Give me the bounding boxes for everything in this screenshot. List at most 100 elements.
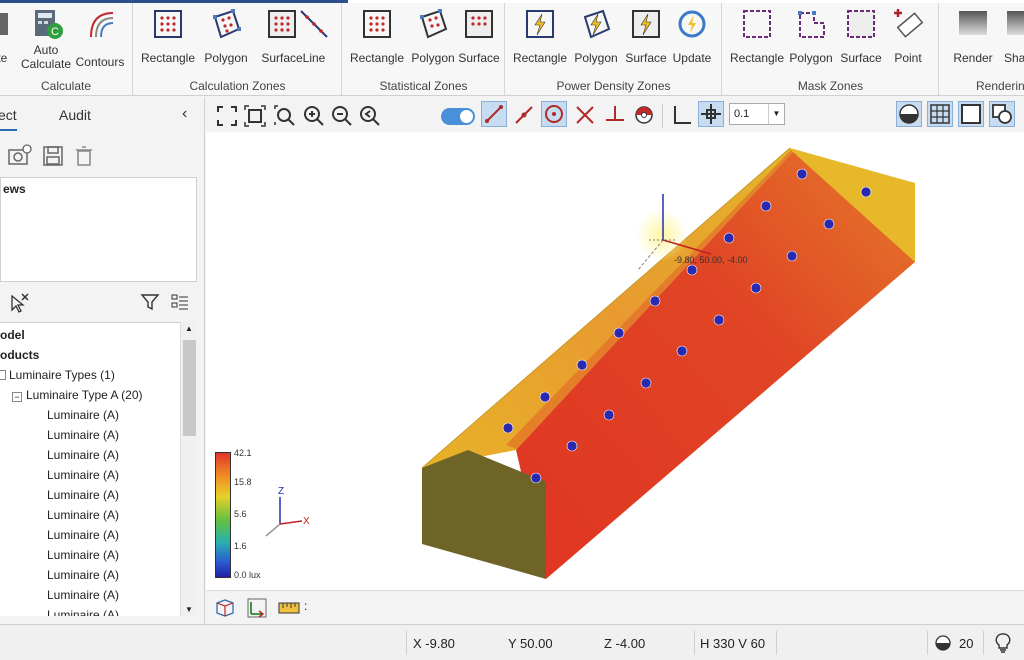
luminaire-icon[interactable] bbox=[860, 186, 872, 198]
calc-polygon-button[interactable]: Polygon bbox=[198, 7, 254, 73]
scrollbar-thumb[interactable] bbox=[183, 340, 196, 436]
luminaire-icon[interactable] bbox=[750, 282, 762, 294]
delete-icon[interactable] bbox=[73, 145, 95, 167]
tree-item-luminaire[interactable]: Luminaire (A) bbox=[47, 485, 119, 505]
statistical-zones-group-label: Statistical Zones bbox=[379, 79, 468, 93]
luminaire-icon[interactable] bbox=[796, 168, 808, 180]
filter-icon[interactable] bbox=[140, 292, 160, 312]
snap-midpoint-icon[interactable] bbox=[512, 103, 536, 127]
luminaire-icon[interactable] bbox=[640, 377, 652, 389]
luminaire-icon[interactable] bbox=[686, 264, 698, 276]
render-button[interactable]: Render bbox=[944, 7, 1002, 73]
legend-value: 1.6 bbox=[234, 541, 247, 551]
power-polygon-button[interactable]: Polygon bbox=[568, 7, 624, 73]
tree-scrollbar[interactable]: ▲ ▼ bbox=[180, 322, 197, 616]
grid-line-icon bbox=[300, 10, 328, 38]
zoom-previous-icon[interactable] bbox=[358, 104, 382, 128]
select-clear-icon[interactable] bbox=[8, 292, 30, 314]
measure-ruler-icon[interactable] bbox=[278, 599, 300, 617]
mask-polygon-button[interactable]: Polygon bbox=[783, 7, 839, 73]
object-view-button[interactable] bbox=[989, 101, 1015, 127]
ribbon-group-calculation-zones: Rectangle Polygon Surface Line Calculati… bbox=[134, 3, 342, 95]
luminaire-icon[interactable] bbox=[566, 440, 578, 452]
axis-plane-icon[interactable] bbox=[246, 597, 268, 619]
stat-surface-button[interactable]: Surface bbox=[451, 7, 507, 73]
calculate-button[interactable]: ate bbox=[0, 7, 16, 73]
3d-viewport[interactable]: -9.80, 50.00, -4.00 Z X bbox=[206, 132, 1024, 590]
shaded-sphere-icon[interactable] bbox=[934, 634, 952, 652]
views-list[interactable]: ews bbox=[0, 177, 197, 282]
ribbon-group-rendering: Render Shad Rendering bbox=[940, 3, 1024, 95]
tree-item-luminaire[interactable]: Luminaire (A) bbox=[47, 545, 119, 565]
camera-add-icon[interactable] bbox=[8, 144, 32, 166]
luminaire-icon[interactable] bbox=[786, 250, 798, 262]
snap-endpoint-button[interactable] bbox=[481, 101, 507, 127]
scroll-down-icon[interactable]: ▼ bbox=[185, 605, 193, 614]
luminaire-icon[interactable] bbox=[539, 391, 551, 403]
mask-rectangle-button[interactable]: Rectangle bbox=[727, 7, 787, 73]
tab-project[interactable]: ect bbox=[0, 107, 17, 131]
tree-item-luminaire[interactable]: Luminaire (A) bbox=[47, 565, 119, 585]
shaded-sphere-icon bbox=[899, 104, 919, 124]
tab-audit[interactable]: Audit bbox=[59, 107, 91, 123]
tree-item-luminaire[interactable]: Luminaire (A) bbox=[47, 585, 119, 605]
luminaire-icon[interactable] bbox=[723, 232, 735, 244]
snap-perpendicular-icon[interactable] bbox=[603, 103, 627, 127]
zoom-selection-icon[interactable] bbox=[243, 104, 267, 128]
coordinate-label: -9.80, 50.00, -4.00 bbox=[674, 255, 748, 265]
luminaire-icon[interactable] bbox=[713, 314, 725, 326]
power-update-button[interactable]: Update bbox=[664, 7, 720, 73]
shading-button[interactable]: Shad bbox=[998, 7, 1024, 73]
auto-calculate-icon: C bbox=[35, 10, 63, 39]
calc-line-button[interactable]: Line bbox=[286, 7, 342, 73]
grid-snap-button[interactable] bbox=[698, 101, 724, 127]
zoom-in-icon[interactable] bbox=[302, 104, 326, 128]
tree-item-luminaire[interactable]: Luminaire (A) bbox=[47, 405, 119, 425]
tree-item-luminaire-type-a[interactable]: − Luminaire Type A (20) bbox=[12, 385, 143, 405]
tree-item-products[interactable]: oducts bbox=[0, 345, 39, 365]
snap-nearest-icon[interactable] bbox=[632, 103, 656, 127]
scroll-up-icon[interactable]: ▲ bbox=[185, 324, 193, 333]
zoom-window-icon[interactable] bbox=[273, 104, 297, 128]
tree-item-luminaire-types[interactable]: Luminaire Types (1) bbox=[0, 365, 115, 385]
grid-view-button[interactable] bbox=[927, 101, 953, 127]
grid-size-dropdown[interactable]: 0.1 ▼ bbox=[729, 103, 785, 125]
snap-center-button[interactable] bbox=[541, 101, 567, 127]
luminaire-icon[interactable] bbox=[823, 218, 835, 230]
save-icon[interactable] bbox=[42, 145, 64, 167]
tree-item-model[interactable]: odel bbox=[0, 325, 25, 345]
luminaire-icon[interactable] bbox=[502, 422, 514, 434]
luminaire-icon[interactable] bbox=[603, 409, 615, 421]
contours-button[interactable]: Contours bbox=[72, 7, 128, 73]
tree-item-luminaire[interactable]: Luminaire (A) bbox=[47, 445, 119, 465]
auto-calculate-button[interactable]: C Auto Calculate bbox=[18, 7, 74, 73]
view-perspective-icon[interactable] bbox=[214, 597, 236, 619]
snap-toggle[interactable] bbox=[441, 108, 475, 125]
zoom-extents-icon[interactable] bbox=[215, 104, 239, 128]
mask-point-button[interactable]: Point bbox=[880, 7, 936, 73]
luminaire-icon[interactable] bbox=[613, 327, 625, 339]
tree-item-luminaire[interactable]: Luminaire (A) bbox=[47, 425, 119, 445]
power-rectangle-button[interactable]: Rectangle bbox=[510, 7, 570, 73]
collapse-panel-icon[interactable]: ‹ bbox=[182, 105, 187, 123]
luminaire-icon[interactable] bbox=[760, 200, 772, 212]
lightbulb-icon[interactable] bbox=[994, 632, 1012, 654]
stat-rectangle-button[interactable]: Rectangle bbox=[347, 7, 407, 73]
list-options-icon[interactable] bbox=[170, 292, 190, 312]
shaded-view-button[interactable] bbox=[896, 101, 922, 127]
ortho-icon[interactable] bbox=[670, 103, 694, 127]
tree-item-luminaire[interactable]: Luminaire (A) bbox=[47, 465, 119, 485]
zoom-out-icon[interactable] bbox=[330, 104, 354, 128]
snap-intersection-icon[interactable] bbox=[573, 103, 597, 127]
tree-item-luminaire[interactable]: Luminaire (A) bbox=[47, 505, 119, 525]
luminaire-icon[interactable] bbox=[649, 295, 661, 307]
calc-rectangle-button[interactable]: Rectangle bbox=[138, 7, 198, 73]
luminaire-icon[interactable] bbox=[530, 472, 542, 484]
tree-item-luminaire[interactable]: Luminaire (A) bbox=[47, 525, 119, 545]
frame-view-button[interactable] bbox=[958, 101, 984, 127]
luminaire-icon[interactable] bbox=[676, 345, 688, 357]
status-count: 20 bbox=[959, 636, 974, 651]
tree-item-luminaire[interactable]: Luminaire (A) bbox=[47, 605, 119, 616]
tree-item-luminaire-type-a-label: Luminaire Type A (20) bbox=[26, 388, 143, 402]
luminaire-icon[interactable] bbox=[576, 359, 588, 371]
